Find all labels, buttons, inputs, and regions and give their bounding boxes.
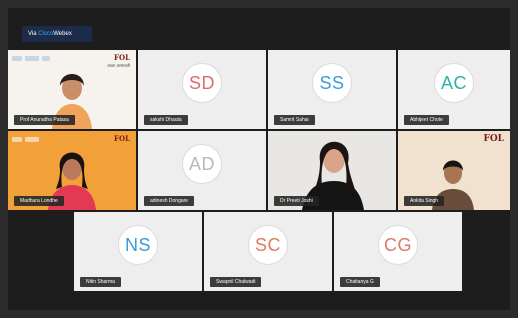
- fol-logo: FOL: [483, 134, 504, 144]
- video-tile-6[interactable]: Dr Preeti Joshi: [268, 131, 396, 210]
- video-tile-0[interactable]: FOL शाळा अमरावती Prof Anuradha Patasa: [8, 50, 136, 129]
- participant-tile-8[interactable]: NS Nitin Sharma: [74, 212, 202, 291]
- avatar: SC: [248, 225, 288, 266]
- nameplate: Swapnil Chalwadi: [210, 277, 262, 287]
- participant-tile-1[interactable]: SD sakshi Dhauta: [138, 50, 266, 129]
- nameplate: Abhijeet Chote: [404, 115, 449, 125]
- nameplate: Madhura Londhe: [14, 196, 64, 206]
- participant-tile-2[interactable]: SS Samrit Sahai: [268, 50, 396, 129]
- participant-tile-5[interactable]: AD adinesh Dongare: [138, 131, 266, 210]
- fol-logo: FOL शाळा अमरावती: [107, 53, 130, 69]
- avatar: SD: [182, 63, 222, 104]
- nameplate: Nitin Sharma: [80, 277, 121, 287]
- avatar: NS: [118, 225, 158, 266]
- video-tile-4[interactable]: FOL Madhura Londhe: [8, 131, 136, 210]
- nameplate: Prof Anuradha Patasa: [14, 115, 75, 125]
- fol-logo: FOL: [114, 134, 130, 143]
- avatar: AD: [182, 144, 222, 185]
- webex-badge: Via CiscoWebex: [22, 26, 92, 42]
- nameplate: Ankita Singh: [404, 196, 445, 206]
- nameplate: Samrit Sahai: [274, 115, 315, 125]
- nameplate: Dr Preeti Joshi: [274, 196, 319, 206]
- nameplate: sakshi Dhauta: [144, 115, 188, 125]
- avatar: CG: [378, 225, 418, 266]
- participant-tile-9[interactable]: SC Swapnil Chalwadi: [204, 212, 332, 291]
- participant-tile-10[interactable]: CG Chaitanya G: [334, 212, 462, 291]
- nameplate: adinesh Dongare: [144, 196, 195, 206]
- meeting-grid: Via CiscoWebex FOL शाळा अमरावती Prof Anur…: [8, 8, 510, 310]
- avatar: AC: [434, 63, 474, 104]
- nameplate: Chaitanya G: [340, 277, 380, 287]
- participant-tile-3[interactable]: AC Abhijeet Chote: [398, 50, 510, 129]
- avatar: SS: [312, 63, 352, 104]
- video-tile-7[interactable]: FOL Ankita Singh: [398, 131, 510, 210]
